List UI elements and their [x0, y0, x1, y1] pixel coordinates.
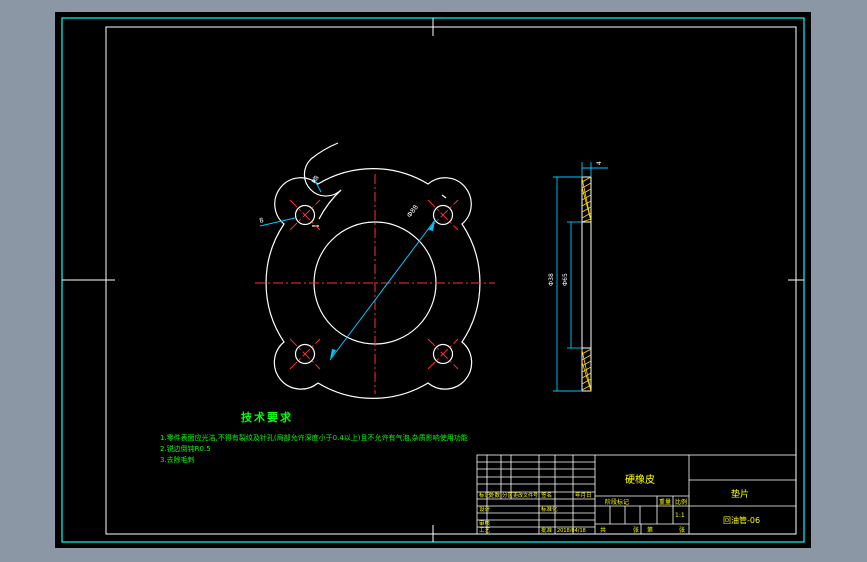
label-sheets: 共 — [600, 526, 606, 534]
date-value: 2018/04/18 — [557, 528, 586, 534]
hatch-bottom — [581, 348, 592, 392]
dim-inner: Ф65 — [562, 273, 569, 286]
center-lines — [255, 174, 495, 394]
note-line-3: 3.去除毛刺 — [160, 455, 195, 464]
role-review: 审核 — [479, 519, 491, 527]
label-sheet-unit-2: 张 — [679, 526, 685, 534]
drawing-border — [105, 26, 797, 535]
drawing-viewport[interactable]: Ф88 8 R8 Ф38 Ф65 4 技术要求 1.零件表面应光洁,不得有裂纹及… — [55, 12, 811, 548]
note-line-1: 1.零件表面应光洁,不得有裂纹及针孔(局部允许深度小于0.4以上)且不允许有气泡… — [160, 433, 468, 442]
notes-heading: 技术要求 — [241, 410, 293, 424]
label-approve: 批准 — [541, 526, 553, 534]
drawing-number: 回油管-06 — [723, 515, 760, 525]
dim-pcd: Ф88 — [405, 203, 420, 219]
dim-thickness: 4 — [596, 161, 603, 165]
label-sheet: 第 — [647, 526, 653, 534]
label-count: 处数 — [489, 491, 501, 499]
role-process: 工艺 — [479, 527, 491, 534]
hatch-top — [581, 176, 592, 223]
side-view: Ф38 Ф65 4 — [548, 161, 608, 392]
drawing-canvas: Ф88 8 R8 Ф38 Ф65 4 技术要求 1.零件表面应光洁,不得有裂纹及… — [61, 17, 805, 543]
label-scale: 比例 — [675, 498, 687, 506]
technical-notes: 技术要求 1.零件表面应光洁,不得有裂纹及针孔(局部允许深度小于0.4以上)且不… — [160, 410, 468, 464]
label-sign: 签名 — [541, 491, 552, 499]
role-design: 设计 — [479, 505, 491, 513]
hole-dimension: 8 — [258, 216, 296, 227]
dim-outer: Ф38 — [548, 273, 555, 286]
scale-value: 1:1 — [675, 512, 685, 519]
dim-hole: 8 — [258, 216, 264, 225]
label-standard: 标准化 — [541, 505, 558, 513]
label-date: 年月日 — [575, 491, 592, 499]
drawing-name: 垫片 — [731, 488, 749, 500]
label-change: 更改文件号 — [513, 492, 538, 499]
label-stage: 阶段标记 — [605, 498, 629, 506]
front-view: Ф88 8 R8 — [255, 142, 495, 399]
part-name: 硬橡皮 — [625, 473, 655, 486]
cad-window: Ф88 8 R8 Ф38 Ф65 4 技术要求 1.零件表面应光洁,不得有裂纹及… — [0, 0, 867, 562]
title-block: 硬橡皮 垫片 回油管-06 标记 处数 分区 更改文件号 签名 年月日 设计 标… — [476, 454, 797, 535]
label-sheet-unit-1: 张 — [633, 526, 639, 534]
label-zone: 分区 — [502, 491, 514, 499]
label-weight: 重量 — [659, 498, 671, 506]
note-line-2: 2.锐边倒钝R0.5 — [160, 444, 211, 453]
